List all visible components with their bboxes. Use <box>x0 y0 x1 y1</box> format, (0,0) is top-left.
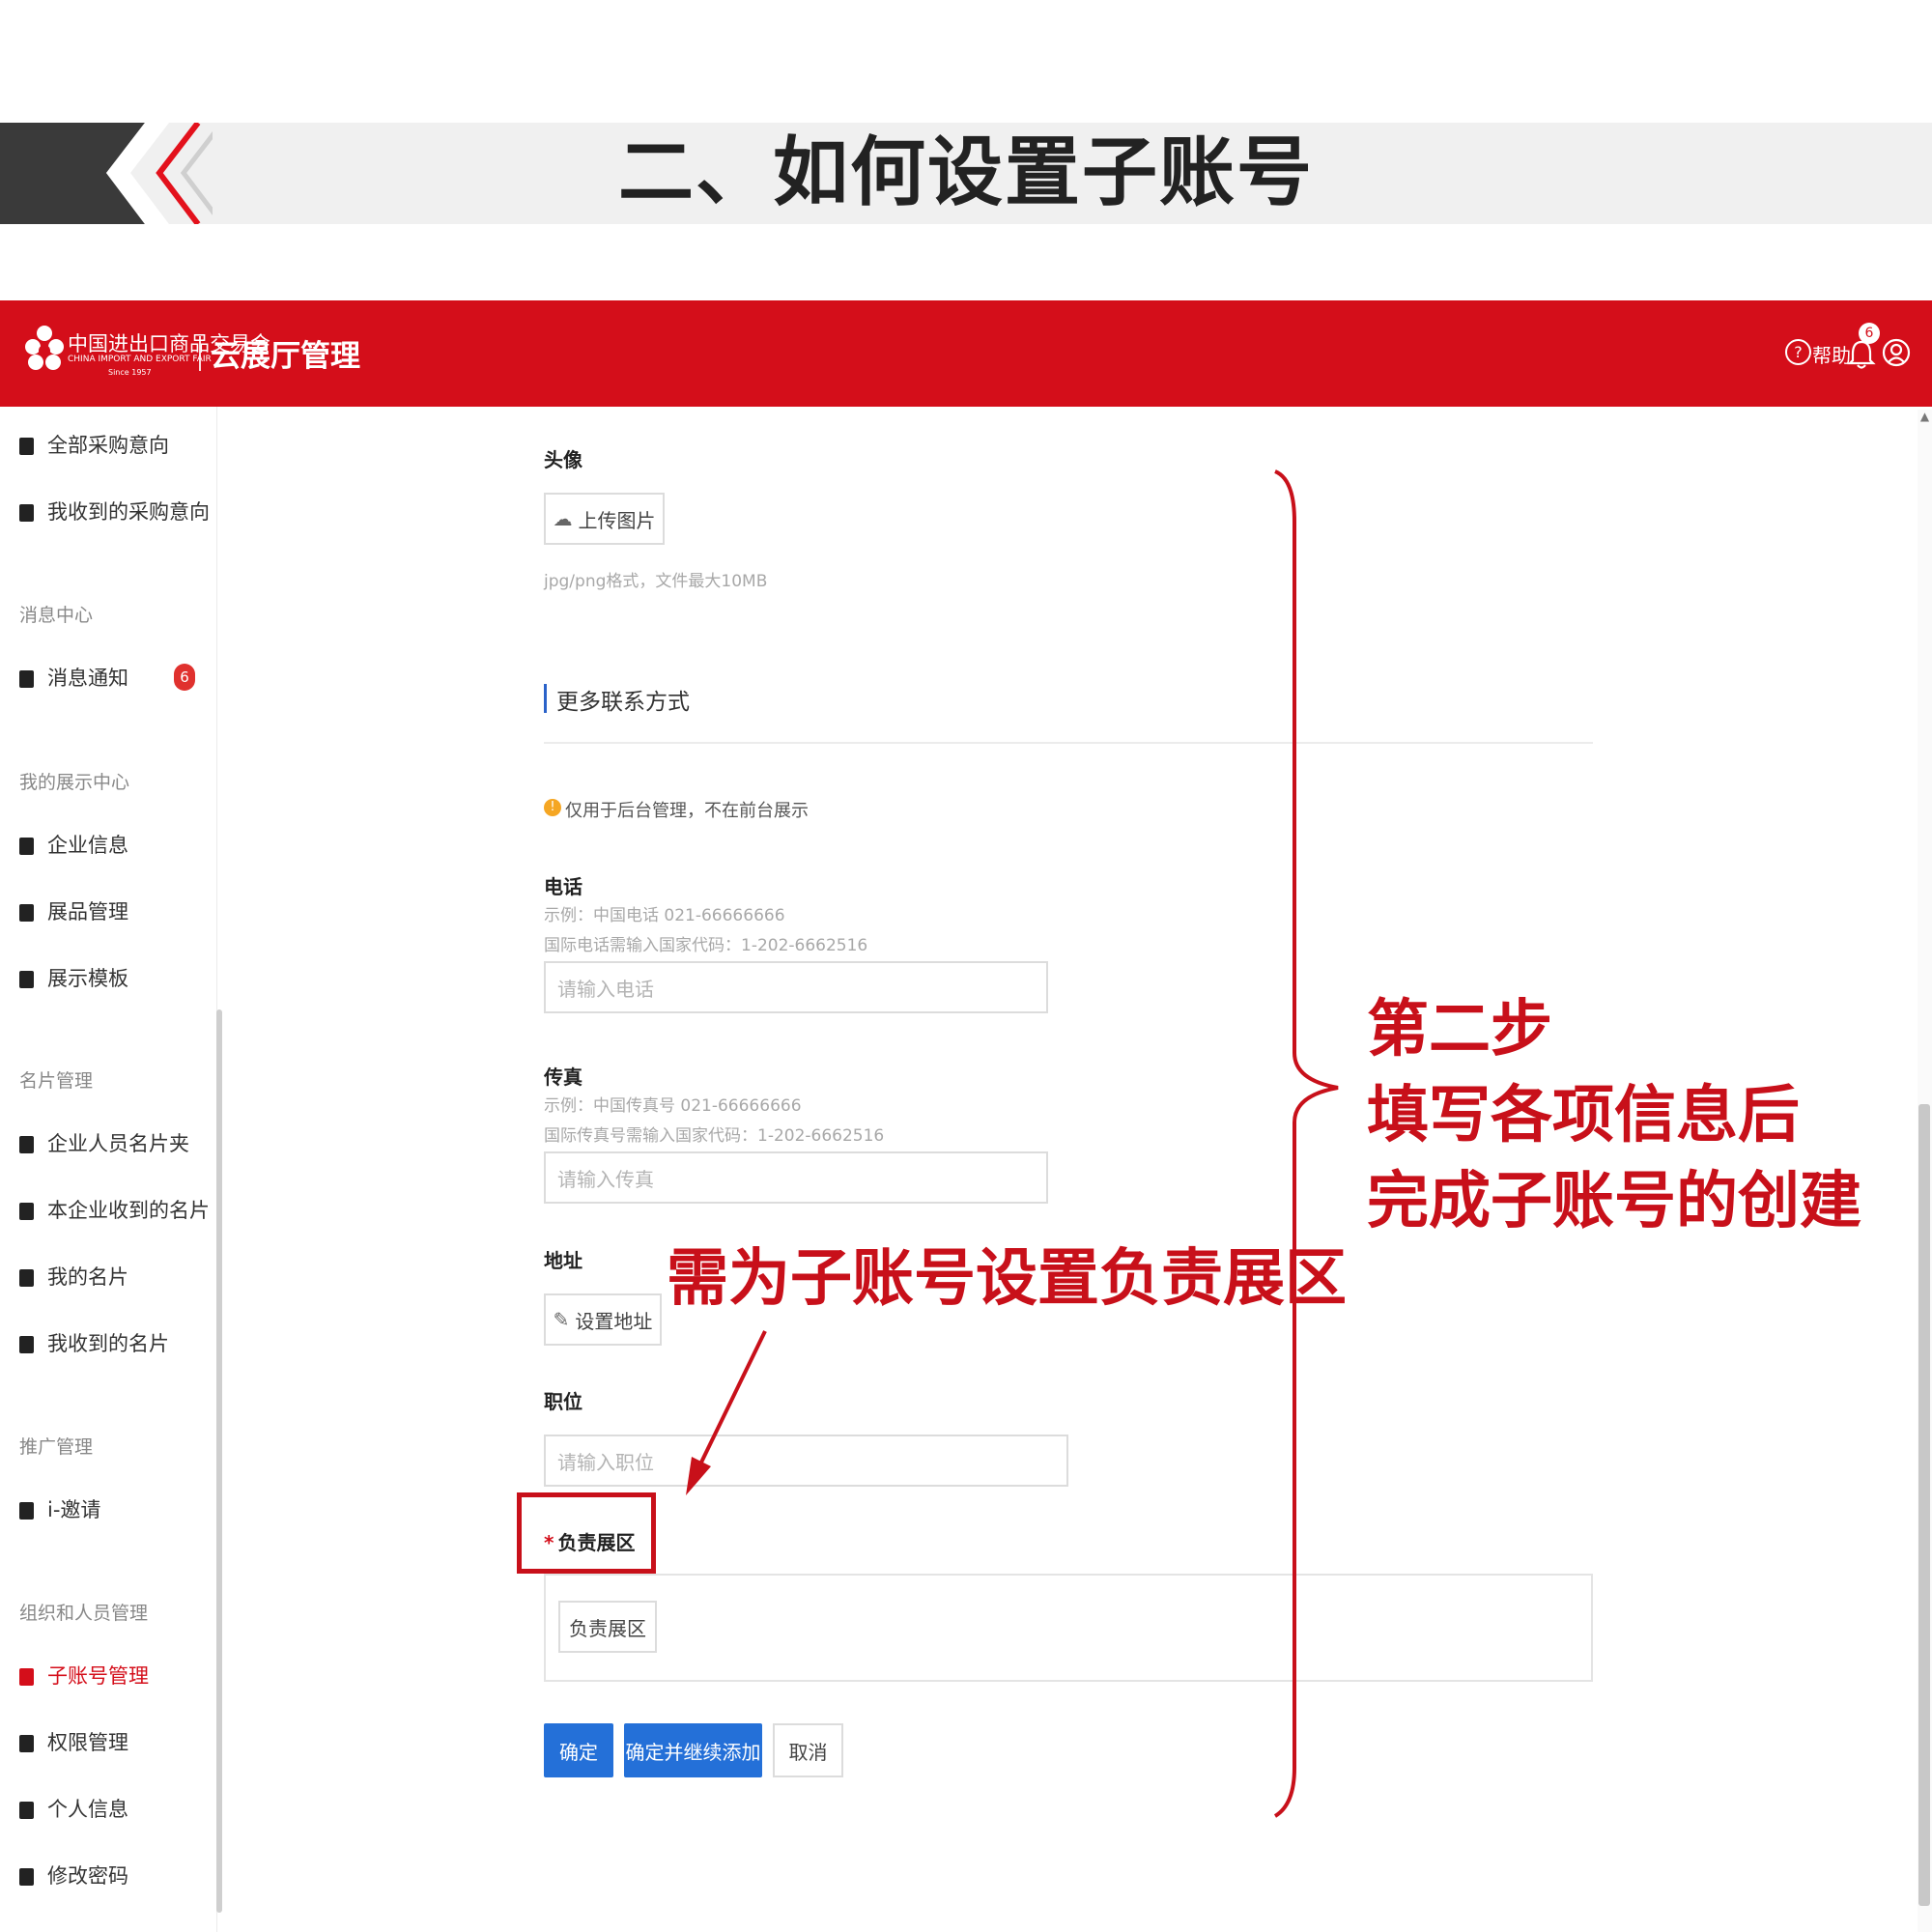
profile-icon <box>19 1802 34 1819</box>
brush-icon <box>19 971 34 988</box>
phone-label: 电话 <box>544 875 582 898</box>
sidebar-item-label: 展品管理 <box>47 900 128 923</box>
sidebar-group-promotion: 推广管理 <box>19 1436 94 1458</box>
fax-hint-international: 国际传真号需输入国家代码：1-202-6662516 <box>544 1126 885 1146</box>
card-icon <box>19 1203 34 1220</box>
upload-image-button[interactable]: ☁ 上传图片 <box>544 493 665 545</box>
upload-image-label: 上传图片 <box>578 508 656 532</box>
sidebar-item-label: 我收到的采购意向 <box>47 500 210 524</box>
app-name: 云展厅管理 <box>211 339 360 374</box>
sidebar-item-label: 我的名片 <box>47 1265 128 1289</box>
section-accent-bar <box>544 684 547 713</box>
info-warning-icon: ! <box>544 799 561 816</box>
sidebar-group-card-management: 名片管理 <box>19 1070 94 1092</box>
sidebar-item-display-template[interactable]: 展示模板 <box>19 962 128 995</box>
sidebar-scrollbar[interactable] <box>216 1009 222 1913</box>
id-card-icon <box>19 1668 34 1686</box>
bell-icon <box>19 670 34 688</box>
sidebar-item-exhibit-management[interactable]: 展品管理 <box>19 895 128 928</box>
address-label: 地址 <box>544 1249 582 1272</box>
sidebar-item-label: 本企业收到的名片 <box>47 1199 210 1222</box>
sidebar-item-label: 我收到的名片 <box>47 1332 169 1355</box>
upload-hint: jpg/png格式，文件最大10MB <box>544 572 768 591</box>
sidebar-item-label: 企业信息 <box>47 834 128 857</box>
sidebar-item-company-received-cards[interactable]: 本企业收到的名片 <box>19 1194 210 1227</box>
phone-hint-example: 示例：中国电话 021-66666666 <box>544 906 785 925</box>
key-icon <box>19 1868 34 1886</box>
sidebar-item-label: 全部采购意向 <box>47 434 169 457</box>
sidebar-item-all-purchase-intents[interactable]: 全部采购意向 <box>19 429 169 462</box>
annotation-step-line1: 填写各项信息后 <box>1367 1080 1800 1151</box>
logo-since-text: Since 1957 <box>108 368 152 377</box>
sidebar-item-my-card[interactable]: 我的名片 <box>19 1261 128 1293</box>
list-icon <box>19 438 34 455</box>
avatar-label: 头像 <box>544 448 582 471</box>
help-link[interactable]: 帮助 <box>1812 340 1851 368</box>
fax-hint-example: 示例：中国传真号 021-66666666 <box>544 1096 802 1116</box>
sidebar-group-org-staff: 组织和人员管理 <box>19 1603 149 1624</box>
main-scrollbar-thumb[interactable] <box>1918 1104 1930 1906</box>
cloud-upload-icon: ☁ <box>553 507 573 530</box>
set-address-label: 设置地址 <box>575 1309 653 1333</box>
sidebar-item-label: i-邀请 <box>47 1498 101 1521</box>
invite-icon <box>19 1502 34 1520</box>
annotation-zone-note: 需为子账号设置负责展区 <box>667 1243 1347 1315</box>
sidebar-item-permissions[interactable]: 权限管理 <box>19 1726 128 1759</box>
annotation-step-line2: 完成子账号的创建 <box>1367 1166 1861 1237</box>
confirm-button[interactable]: 确定 <box>544 1723 613 1777</box>
notice-text: 仅用于后台管理，不在前台展示 <box>565 801 809 821</box>
fax-label: 传真 <box>544 1065 582 1089</box>
notification-badge: 6 <box>174 664 195 691</box>
help-icon[interactable]: ? <box>1785 339 1811 365</box>
logo-separator <box>199 336 201 371</box>
phone-hint-international: 国际电话需输入国家代码：1-202-6662516 <box>544 936 868 955</box>
confirm-and-continue-button[interactable]: 确定并继续添加 <box>624 1723 762 1777</box>
responsible-zone-button[interactable]: 负责展区 <box>558 1601 657 1653</box>
annotation-step-title: 第二步 <box>1367 994 1552 1065</box>
sidebar-item-sub-accounts[interactable]: 子账号管理 <box>19 1660 149 1692</box>
sidebar <box>0 407 217 1932</box>
card-folder-icon <box>19 1136 34 1153</box>
section-divider <box>544 742 1593 744</box>
sidebar-group-display-center: 我的展示中心 <box>19 772 130 793</box>
user-avatar-icon[interactable] <box>1882 337 1911 368</box>
card-icon <box>19 1336 34 1353</box>
position-label: 职位 <box>544 1390 582 1413</box>
sidebar-group-message-center: 消息中心 <box>19 605 94 626</box>
phone-input[interactable]: 请输入电话 <box>544 961 1048 1013</box>
notification-count-badge: 6 <box>1859 323 1880 344</box>
lock-icon <box>19 1735 34 1752</box>
sidebar-item-label: 子账号管理 <box>47 1664 149 1688</box>
inbox-icon <box>19 504 34 522</box>
logo-english-text: CHINA IMPORT AND EXPORT FAIR <box>68 355 212 364</box>
sidebar-item-label: 消息通知 <box>47 667 128 690</box>
cancel-button[interactable]: 取消 <box>773 1723 843 1777</box>
slide-title: 二、如何设置子账号 <box>617 129 1314 216</box>
sidebar-item-notifications[interactable]: 消息通知 <box>19 662 128 695</box>
org-icon <box>19 838 34 855</box>
edit-pen-icon: ✎ <box>553 1308 570 1331</box>
sidebar-item-company-info[interactable]: 企业信息 <box>19 829 128 862</box>
sidebar-item-label: 修改密码 <box>47 1864 128 1888</box>
sidebar-item-label: 企业人员名片夹 <box>47 1132 189 1155</box>
sidebar-item-label: 权限管理 <box>47 1731 128 1754</box>
sidebar-item-label: 展示模板 <box>47 967 128 990</box>
sidebar-item-staff-card-folder[interactable]: 企业人员名片夹 <box>19 1127 189 1160</box>
sidebar-item-my-received-cards[interactable]: 我收到的名片 <box>19 1327 169 1360</box>
sidebar-item-change-password[interactable]: 修改密码 <box>19 1860 128 1892</box>
fax-input[interactable]: 请输入传真 <box>544 1151 1048 1204</box>
grid-icon <box>19 904 34 922</box>
sidebar-item-label: 个人信息 <box>47 1798 128 1821</box>
responsible-zone-container <box>544 1574 1593 1682</box>
position-input[interactable]: 请输入职位 <box>544 1435 1068 1487</box>
sidebar-item-personal-info[interactable]: 个人信息 <box>19 1793 128 1826</box>
canton-fair-logo-icon <box>25 326 64 370</box>
annotation-highlight-box <box>517 1492 656 1574</box>
sidebar-item-received-purchase-intents[interactable]: 我收到的采购意向 <box>19 496 210 528</box>
card-icon <box>19 1269 34 1287</box>
scroll-up-arrow-icon[interactable]: ▲ <box>1918 410 1932 429</box>
section-title: 更多联系方式 <box>556 690 690 715</box>
sidebar-item-i-invite[interactable]: i-邀请 <box>19 1493 100 1526</box>
set-address-button[interactable]: ✎ 设置地址 <box>544 1293 662 1346</box>
